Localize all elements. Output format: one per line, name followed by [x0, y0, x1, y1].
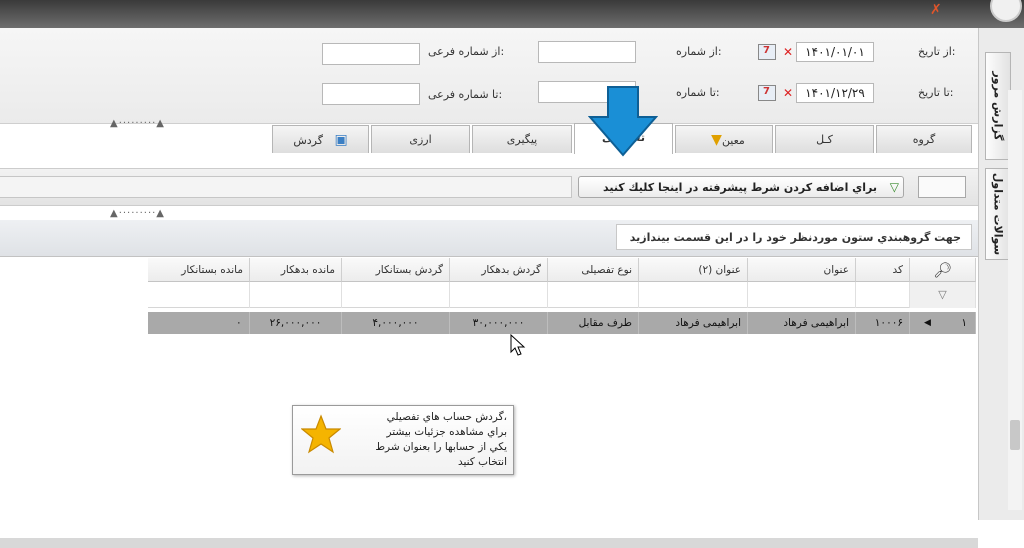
from-number-input[interactable]: [538, 41, 636, 63]
to-subnumber-input[interactable]: [322, 83, 420, 105]
tab-gardesh[interactable]: گردش ▣: [272, 125, 369, 153]
column-header-code[interactable]: کد: [856, 258, 910, 282]
add-condition-label: براي اضافه كردن شرط پيشرفته در اينجا كلي…: [602, 181, 877, 194]
column-header-debit-balance[interactable]: مانده بدهکار: [250, 258, 342, 282]
tooltip-hint: گردش حساب هاي تفصيلي، براي مشاهده جزئيات…: [292, 405, 514, 475]
help-circle-icon[interactable]: [990, 0, 1022, 22]
clear-icon[interactable]: ✕: [781, 85, 795, 101]
add-condition-button[interactable]: براي اضافه كردن شرط پيشرفته در اينجا كلي…: [578, 176, 904, 198]
mouse-cursor-icon: [510, 334, 526, 356]
cell-type: طرف مقابل: [548, 312, 639, 334]
filter-cell[interactable]: [748, 282, 856, 308]
filter-cell[interactable]: [342, 282, 450, 308]
from-number-label: از شماره:: [676, 45, 722, 58]
filter-cell[interactable]: [639, 282, 748, 308]
column-header-credit-balance[interactable]: مانده بستانکار: [148, 258, 250, 282]
row-number-cell: ۱ ◀: [910, 312, 976, 334]
side-tab-report-label: گزارش مرور: [991, 71, 1005, 141]
cell-debit-turnover: ۳۰,۰۰۰,۰۰۰: [450, 312, 548, 334]
search-icon[interactable]: 🔎︎: [933, 261, 952, 279]
splitter-grip[interactable]: ▲·········▲: [110, 208, 165, 219]
column-header-title[interactable]: عنوان: [748, 258, 856, 282]
tooltip-line: براي مشاهده جزئيات بيشتر: [386, 426, 507, 438]
cell-debit-balance: ۲۶,۰۰۰,۰۰۰: [250, 312, 342, 334]
column-header-debit-turnover[interactable]: گردش بدهکار: [450, 258, 548, 282]
tooltip-line: يكي از حسابها را بعنوان شرط: [375, 441, 507, 453]
scrollbar-thumb[interactable]: [1010, 420, 1020, 450]
side-tab-faq-label: سوالات متداول: [991, 172, 1005, 256]
condition-toggle-box[interactable]: [918, 176, 966, 198]
clear-icon[interactable]: ✕: [781, 44, 795, 60]
filter-add-icon: ▽: [889, 180, 899, 194]
tab-strip: گروه کـل ▼معین تفصیلی پیگیری ارزی گردش ▣: [0, 123, 978, 155]
filter-icon: ▼: [711, 132, 722, 148]
to-date-field[interactable]: ۱۴۰۱/۱۲/۲۹: [796, 83, 874, 103]
from-subnumber-input[interactable]: [322, 43, 420, 65]
from-date-field[interactable]: ۱۴۰۱/۰۱/۰۱: [796, 42, 874, 62]
calendar-icon[interactable]: [758, 85, 776, 101]
from-date-label: از تاریخ:: [918, 45, 956, 58]
tab-kol[interactable]: کـل: [775, 125, 874, 153]
cell-credit-balance: ۰: [148, 312, 250, 334]
to-number-label: تا شماره:: [676, 86, 720, 99]
filter-cell[interactable]: [148, 282, 250, 308]
cell-title: ابراهیمی فرهاد: [748, 312, 856, 334]
status-bar: [0, 538, 978, 548]
filter-panel: از تاریخ: ۱۴۰۱/۰۱/۰۱ ✕ از شماره: از شمار…: [0, 28, 978, 124]
filter-cell[interactable]: [856, 282, 910, 308]
tab-moein-label: معین: [721, 134, 745, 147]
row-expander-icon[interactable]: ◀: [924, 312, 931, 334]
main-panel: از تاریخ: ۱۴۰۱/۰۱/۰۱ ✕ از شماره: از شمار…: [0, 28, 978, 548]
cell-title2: ابراهیمی فرهاد: [639, 312, 748, 334]
filter-cell[interactable]: [250, 282, 342, 308]
cell-credit-turnover: ۴,۰۰۰,۰۰۰: [342, 312, 450, 334]
column-header-title2[interactable]: عنوان (۲): [639, 258, 748, 282]
table-row[interactable]: ۱ ◀ ۱۰۰۰۶ ابراهیمی فرهاد ابراهیمی فرهاد …: [148, 312, 976, 334]
calendar-icon[interactable]: [758, 44, 776, 60]
tab-group[interactable]: گروه: [876, 125, 972, 153]
to-date-label: تا تاریخ:: [918, 86, 954, 99]
column-header-credit-turnover[interactable]: گردش بستانکار: [342, 258, 450, 282]
group-by-panel: جهت گروهبندي ستون موردنظر خود را در اين …: [0, 220, 978, 257]
condition-area: [0, 176, 572, 198]
tab-gardesh-label: گردش: [293, 134, 323, 147]
filter-cell[interactable]: [548, 282, 639, 308]
filter-row: ▽: [148, 282, 976, 308]
row-number: ۱: [961, 317, 967, 329]
to-subnumber-label: تا شماره فرعی:: [428, 88, 503, 101]
tooltip-line: انتخاب كنيد: [457, 456, 507, 468]
close-icon[interactable]: ✗: [930, 2, 942, 18]
condition-bar: براي اضافه كردن شرط پيشرفته در اينجا كلي…: [0, 168, 978, 206]
star-icon: [301, 414, 341, 454]
tab-moein[interactable]: ▼معین: [675, 125, 773, 153]
report-icon: ▣: [334, 132, 348, 148]
from-subnumber-label: از شماره فرعی:: [428, 45, 505, 58]
down-arrow-icon: [588, 86, 658, 157]
tab-peygiri[interactable]: پیگیری: [472, 125, 572, 153]
funnel-icon[interactable]: ▽: [910, 282, 976, 308]
group-by-drop-area[interactable]: جهت گروهبندي ستون موردنظر خود را در اين …: [616, 224, 972, 250]
window-titlebar: ✗: [0, 0, 1024, 28]
cell-code: ۱۰۰۰۶: [856, 312, 910, 334]
tooltip-line: گردش حساب هاي تفصيلي،: [386, 411, 507, 423]
search-column-header[interactable]: 🔎︎: [910, 258, 976, 282]
filter-cell[interactable]: [450, 282, 548, 308]
column-header-type[interactable]: نوع تفصیلی: [548, 258, 639, 282]
tab-arzi[interactable]: ارزی: [371, 125, 470, 153]
